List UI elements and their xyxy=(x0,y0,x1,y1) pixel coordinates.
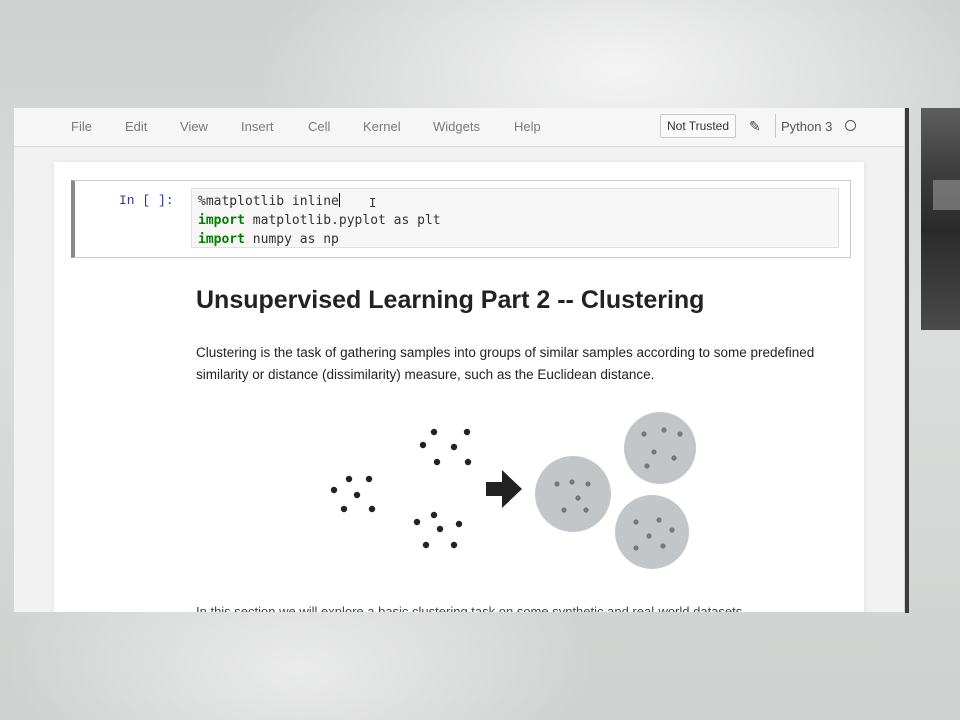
menu-widgets[interactable]: Widgets xyxy=(433,119,480,134)
jupyter-window: File Edit View Insert Cell Kernel Widget… xyxy=(14,108,904,612)
input-prompt: In [ ]: xyxy=(119,193,174,208)
cluster-blobs xyxy=(535,412,696,569)
menu-bar: File Edit View Insert Cell Kernel Widget… xyxy=(14,108,904,147)
partial-paragraph: In this section we will explore a basic … xyxy=(196,604,746,612)
kernel-name: Python 3 xyxy=(781,119,833,134)
not-trusted-button[interactable]: Not Trusted xyxy=(660,114,737,138)
code-cell[interactable]: In [ ]: %matplotlib inline import matplo… xyxy=(71,180,851,258)
intro-paragraph: Clustering is the task of gathering samp… xyxy=(196,345,815,382)
code-line-2: import matplotlib.pyplot as plt xyxy=(198,211,832,230)
kernel-idle-icon xyxy=(845,120,856,131)
side-photo xyxy=(921,108,960,330)
menu-edit[interactable]: Edit xyxy=(125,119,147,134)
import-keyword: import xyxy=(198,213,245,228)
arrow-icon xyxy=(486,470,522,508)
code-line-1: %matplotlib inline xyxy=(198,192,832,211)
menu-insert[interactable]: Insert xyxy=(241,119,274,134)
kernel-separator xyxy=(775,114,776,138)
notebook-container: In [ ]: %matplotlib inline import matplo… xyxy=(54,162,864,612)
mouse-ibeam-icon: I xyxy=(369,196,377,210)
monitor-bezel xyxy=(905,108,909,613)
menu-kernel[interactable]: Kernel xyxy=(363,119,401,134)
code-line-1-text: %matplotlib inline xyxy=(198,194,339,209)
clustering-illustration xyxy=(330,412,696,569)
menu-file[interactable]: File xyxy=(71,119,92,134)
code-editor[interactable]: %matplotlib inline import matplotlib.pyp… xyxy=(191,188,839,248)
import-keyword: import xyxy=(198,232,245,247)
text-cursor xyxy=(338,193,340,207)
code-line-3: import numpy as np xyxy=(198,230,832,249)
menu-view[interactable]: View xyxy=(180,119,208,134)
code-line-3-rest: numpy as np xyxy=(244,232,339,247)
section-heading: Unsupervised Learning Part 2 -- Clusteri… xyxy=(196,286,705,314)
pencil-icon[interactable]: ✎ xyxy=(749,118,761,135)
menu-help[interactable]: Help xyxy=(514,119,541,134)
unclustered-points xyxy=(330,428,472,549)
code-line-2-rest: matplotlib.pyplot as plt xyxy=(244,213,441,228)
menu-cell[interactable]: Cell xyxy=(308,119,330,134)
